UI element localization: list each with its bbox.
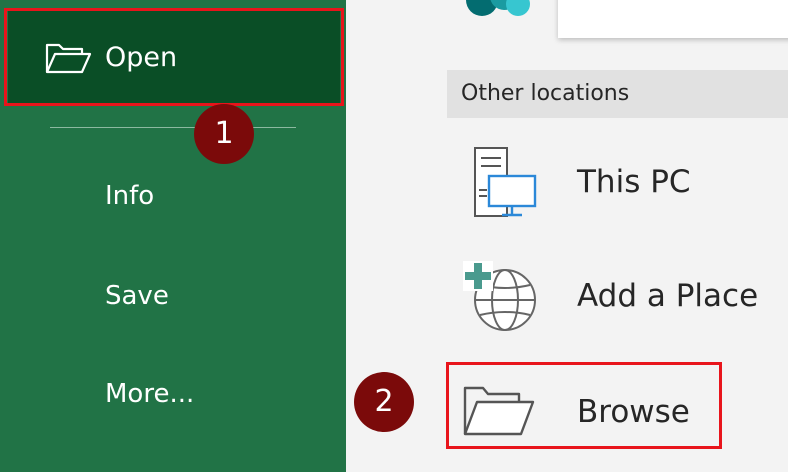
sidebar-item-more[interactable]: More... bbox=[105, 374, 194, 414]
recent-location-card[interactable] bbox=[558, 0, 788, 38]
section-header-other-locations: Other locations bbox=[447, 70, 788, 118]
sidebar-divider bbox=[50, 127, 296, 128]
step-badge-1: 1 bbox=[194, 104, 254, 164]
location-label: Browse bbox=[577, 394, 690, 430]
location-label: Add a Place bbox=[577, 278, 759, 314]
folder-open-icon bbox=[45, 43, 92, 74]
add-place-globe-icon bbox=[463, 261, 536, 331]
sidebar-item-save[interactable]: Save bbox=[105, 276, 169, 316]
location-add-a-place[interactable]: Add a Place bbox=[447, 254, 788, 338]
location-browse[interactable]: Browse bbox=[447, 370, 788, 446]
sidebar-item-label: Open bbox=[105, 42, 178, 73]
sharepoint-logo-icon bbox=[466, 0, 530, 16]
computer-icon bbox=[474, 147, 537, 217]
folder-open-icon bbox=[463, 386, 535, 436]
backstage-sidebar: Open Info Save More... bbox=[0, 0, 346, 472]
sidebar-item-open[interactable]: Open bbox=[8, 11, 340, 104]
location-this-pc[interactable]: This PC bbox=[447, 140, 788, 224]
location-label: This PC bbox=[577, 164, 691, 200]
sidebar-item-info[interactable]: Info bbox=[105, 176, 154, 216]
step-badge-2: 2 bbox=[354, 372, 414, 432]
